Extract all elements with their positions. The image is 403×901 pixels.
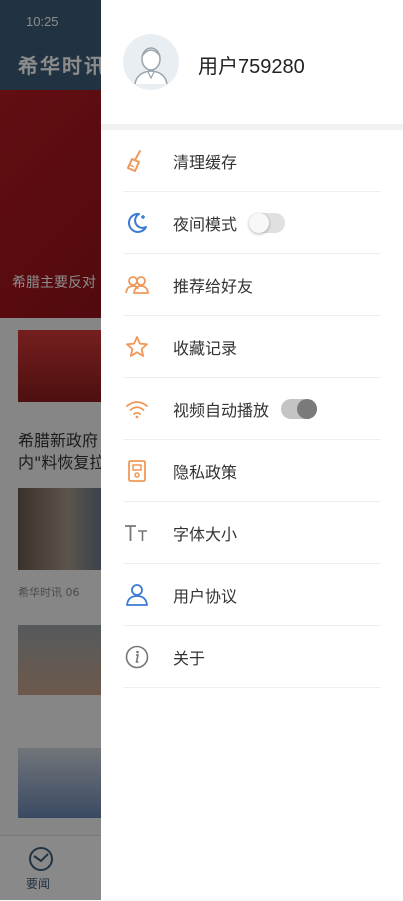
broom-icon (123, 147, 151, 175)
menu-item-recommend[interactable]: 推荐给好友 (123, 254, 381, 316)
profile-header[interactable]: 用户759280 (101, 0, 403, 124)
info-icon (123, 643, 151, 671)
user-icon (123, 581, 151, 609)
menu-item-clear-cache[interactable]: 清理缓存 (123, 130, 381, 192)
menu-label: 清理缓存 (173, 152, 238, 172)
wifi-icon (123, 395, 151, 423)
menu-label: 字体大小 (173, 524, 238, 544)
username[interactable]: 用户759280 (198, 50, 305, 79)
moon-icon (123, 209, 151, 237)
friends-icon (123, 271, 151, 299)
menu-item-privacy-policy[interactable]: 隐私政策 (123, 440, 381, 502)
menu-item-night-mode[interactable]: 夜间模式 (123, 192, 381, 254)
menu-item-video-autoplay[interactable]: 视频自动播放 (123, 378, 381, 440)
menu-label: 隐私政策 (173, 462, 238, 482)
menu-label: 收藏记录 (173, 338, 238, 358)
menu-label: 夜间模式 (173, 214, 238, 234)
menu-label: 关于 (173, 648, 206, 668)
drawer-menu: 清理缓存 夜间模式 推荐给好友 收藏记录 视频自动播放 隐私政策 字体大小 用户… (123, 130, 381, 688)
toggle-knob (297, 398, 318, 419)
font-size-icon (123, 519, 151, 547)
menu-label: 推荐给好友 (173, 276, 254, 296)
menu-item-font-size[interactable]: 字体大小 (123, 502, 381, 564)
menu-item-user-agreement[interactable]: 用户协议 (123, 564, 381, 626)
menu-label: 用户协议 (173, 586, 238, 606)
avatar[interactable] (123, 34, 179, 90)
toggle-knob (249, 212, 270, 233)
menu-item-favorites[interactable]: 收藏记录 (123, 316, 381, 378)
side-drawer: 用户759280 清理缓存 夜间模式 推荐给好友 收藏记录 视频自动播放 隐私政… (101, 0, 403, 900)
avatar-person-icon (124, 35, 178, 89)
video-autoplay-toggle[interactable] (281, 398, 318, 419)
night-mode-toggle[interactable] (249, 212, 286, 233)
menu-item-about[interactable]: 关于 (123, 626, 381, 688)
star-icon (123, 333, 151, 361)
menu-label: 视频自动播放 (173, 400, 270, 420)
privacy-document-icon (123, 457, 151, 485)
